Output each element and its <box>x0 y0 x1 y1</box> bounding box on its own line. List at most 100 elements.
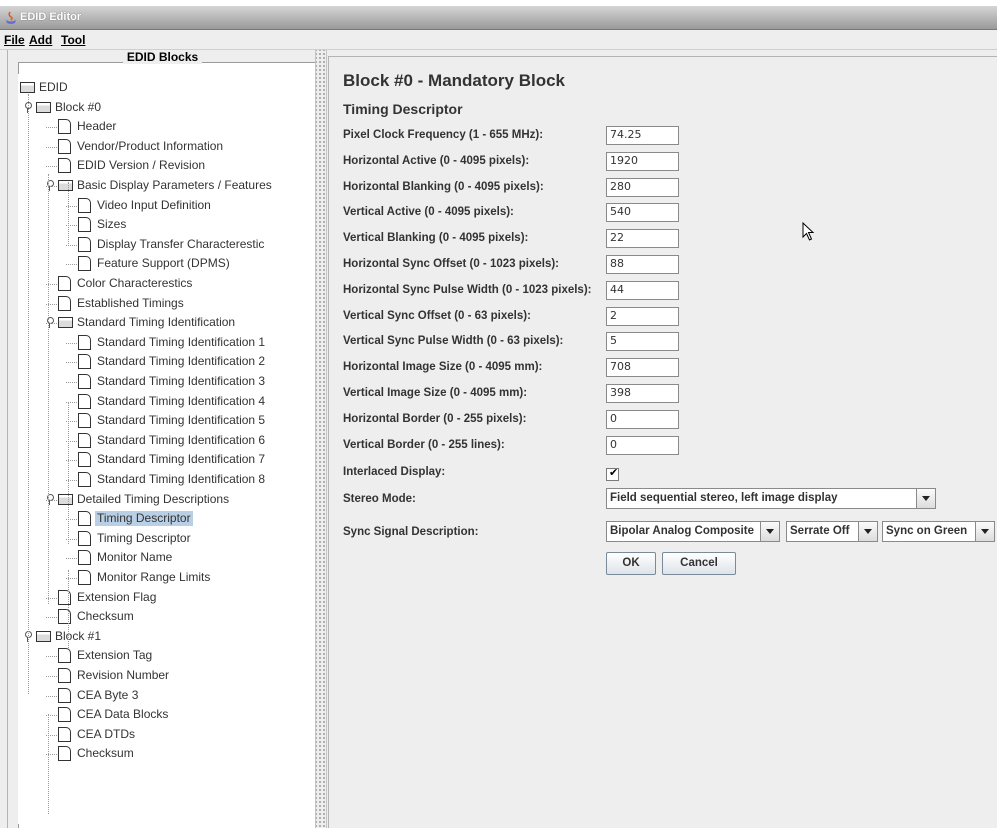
document-icon <box>78 413 91 429</box>
chevron-down-icon[interactable] <box>760 522 779 541</box>
detail-panel: Block #0 - Mandatory Block Timing Descri… <box>328 56 997 828</box>
field-input[interactable]: 22 <box>606 229 679 249</box>
tree-node-label: Vendor/Product Information <box>77 138 224 153</box>
tree-node-label: Basic Display Parameters / Features <box>77 178 272 192</box>
field-input[interactable]: 540 <box>606 203 679 223</box>
chevron-down-icon[interactable] <box>858 522 877 541</box>
document-icon <box>78 217 91 233</box>
stereo-mode-value: Field sequential stereo, left image disp… <box>610 492 838 504</box>
tree-node-label: Color Characterestics <box>77 276 193 290</box>
field-label: Horizontal Active (0 - 4095 pixels): <box>343 154 530 167</box>
cancel-button[interactable]: Cancel <box>662 552 736 575</box>
field-input[interactable]: 88 <box>606 255 679 274</box>
document-icon <box>58 158 71 174</box>
main-frame: EDID Blocks EDID Block #0 Header Vendor/Pro… <box>0 50 997 828</box>
tree-node-label: Monitor Range Limits <box>97 570 211 584</box>
folder-icon <box>36 630 51 642</box>
field-label: Vertical Sync Offset (0 - 63 pixels): <box>343 309 531 322</box>
tree-connector <box>68 402 69 544</box>
tree-node-label: Timing Descriptor <box>97 530 191 545</box>
field-input[interactable]: 0 <box>606 409 679 429</box>
tree-node-label: Standard Timing Identification 7 <box>97 452 266 467</box>
tree-connector <box>46 127 57 129</box>
document-icon <box>78 197 91 213</box>
field-label: Horizontal Border (0 - 255 pixels): <box>343 412 527 425</box>
block-title: Block #0 - Mandatory Block <box>343 71 566 90</box>
field-input[interactable]: 2 <box>606 306 679 326</box>
tree-node-label: Extension Tag <box>77 648 153 663</box>
tree-connector <box>66 264 77 266</box>
tree-connector <box>46 656 57 658</box>
tree-node-label: Revision Number <box>77 668 170 682</box>
tree-node-label: EDID <box>39 80 68 94</box>
tree-connector <box>66 558 77 560</box>
tree-node-label: Sizes <box>97 217 127 232</box>
field-label: Horizontal Blanking (0 - 4095 pixels): <box>343 180 544 193</box>
field-label: Vertical Border (0 - 255 lines): <box>343 438 505 451</box>
field-input[interactable]: 398 <box>606 384 679 403</box>
field-input[interactable]: 5 <box>606 332 679 352</box>
document-icon <box>78 432 91 448</box>
field-input[interactable]: 708 <box>606 358 679 378</box>
folder-icon <box>20 82 35 93</box>
document-icon <box>78 334 91 350</box>
folder-icon <box>36 101 51 113</box>
sync-type-select[interactable]: Bipolar Analog Composite <box>606 521 780 542</box>
menu-tool[interactable]: Tool <box>61 33 85 47</box>
interlaced-checkbox[interactable]: ✔ <box>606 466 619 481</box>
tree-connector <box>46 617 57 619</box>
tree-node-label: Display Transfer Characterestic <box>97 236 265 251</box>
tree-connector <box>66 362 77 364</box>
java-app-icon <box>6 11 16 24</box>
tree-node-label: CEA Byte 3 <box>77 687 139 702</box>
menu-file[interactable]: File <box>4 33 25 47</box>
folder-icon <box>58 317 73 329</box>
menu-add[interactable]: Add <box>29 33 52 47</box>
tree-node-label: Standard Timing Identification <box>77 315 236 330</box>
document-icon <box>78 511 91 527</box>
check-mark-icon: ✔ <box>609 466 619 479</box>
serrate-select[interactable]: Serrate Off <box>786 521 878 542</box>
document-icon <box>78 393 91 409</box>
stereo-mode-select[interactable]: Field sequential stereo, left image disp… <box>606 488 936 509</box>
menubar: File Add Tool <box>0 30 997 50</box>
field-input[interactable]: 0 <box>606 435 679 455</box>
edid-tree[interactable]: EDID Block #0 Header Vendor/Product Informa… <box>18 74 314 824</box>
document-icon <box>78 236 91 252</box>
tree-node-label: CEA DTDs <box>77 726 136 741</box>
edid-blocks-panel: EDID Blocks EDID Block #0 Header Vendor/Pro… <box>10 50 315 828</box>
field-input[interactable]: 280 <box>606 177 679 197</box>
field-label: Pixel Clock Frequency (1 - 655 MHz): <box>343 129 544 141</box>
field-label: Vertical Blanking (0 - 4095 pixels): <box>343 232 529 245</box>
sync-on-green-select[interactable]: Sync on Green <box>882 521 995 542</box>
interlaced-label: Interlaced Display: <box>343 466 446 478</box>
tree-node-label: Standard Timing Identification 3 <box>97 374 266 388</box>
sync-label: Sync Signal Description: <box>343 526 479 538</box>
tree-node-label: Video Input Definition <box>97 197 211 212</box>
split-pane-divider[interactable] <box>315 50 327 828</box>
tree-node-label: Standard Timing Identification 2 <box>97 354 266 369</box>
field-input[interactable]: 1920 <box>606 151 679 171</box>
mouse-pointer-icon <box>802 222 815 241</box>
field-input[interactable]: 44 <box>606 280 679 300</box>
tree-node-label: Standard Timing Identification 5 <box>97 413 266 428</box>
document-icon <box>58 295 71 311</box>
sync-on-green-value: Sync on Green <box>886 525 968 537</box>
chevron-down-icon[interactable] <box>916 489 935 508</box>
tree-node-label: Standard Timing Identification 1 <box>97 334 266 349</box>
chevron-down-icon[interactable] <box>975 522 994 541</box>
tree-node-label: CEA Data Blocks <box>77 707 169 722</box>
document-icon <box>78 374 91 389</box>
document-icon <box>58 746 71 762</box>
ok-button[interactable]: OK <box>606 552 656 575</box>
field-input[interactable]: 74.25 <box>606 126 679 145</box>
document-icon <box>58 668 71 683</box>
document-icon <box>78 452 91 468</box>
document-icon <box>78 354 91 370</box>
document-icon <box>58 119 71 135</box>
tree-node-label: Checksum <box>77 746 134 761</box>
document-icon <box>58 687 71 703</box>
tree-node-label: Established Timings <box>77 295 184 310</box>
tree-node-label: Extension Flag <box>77 589 157 604</box>
window-title: EDID Editor <box>20 11 82 23</box>
